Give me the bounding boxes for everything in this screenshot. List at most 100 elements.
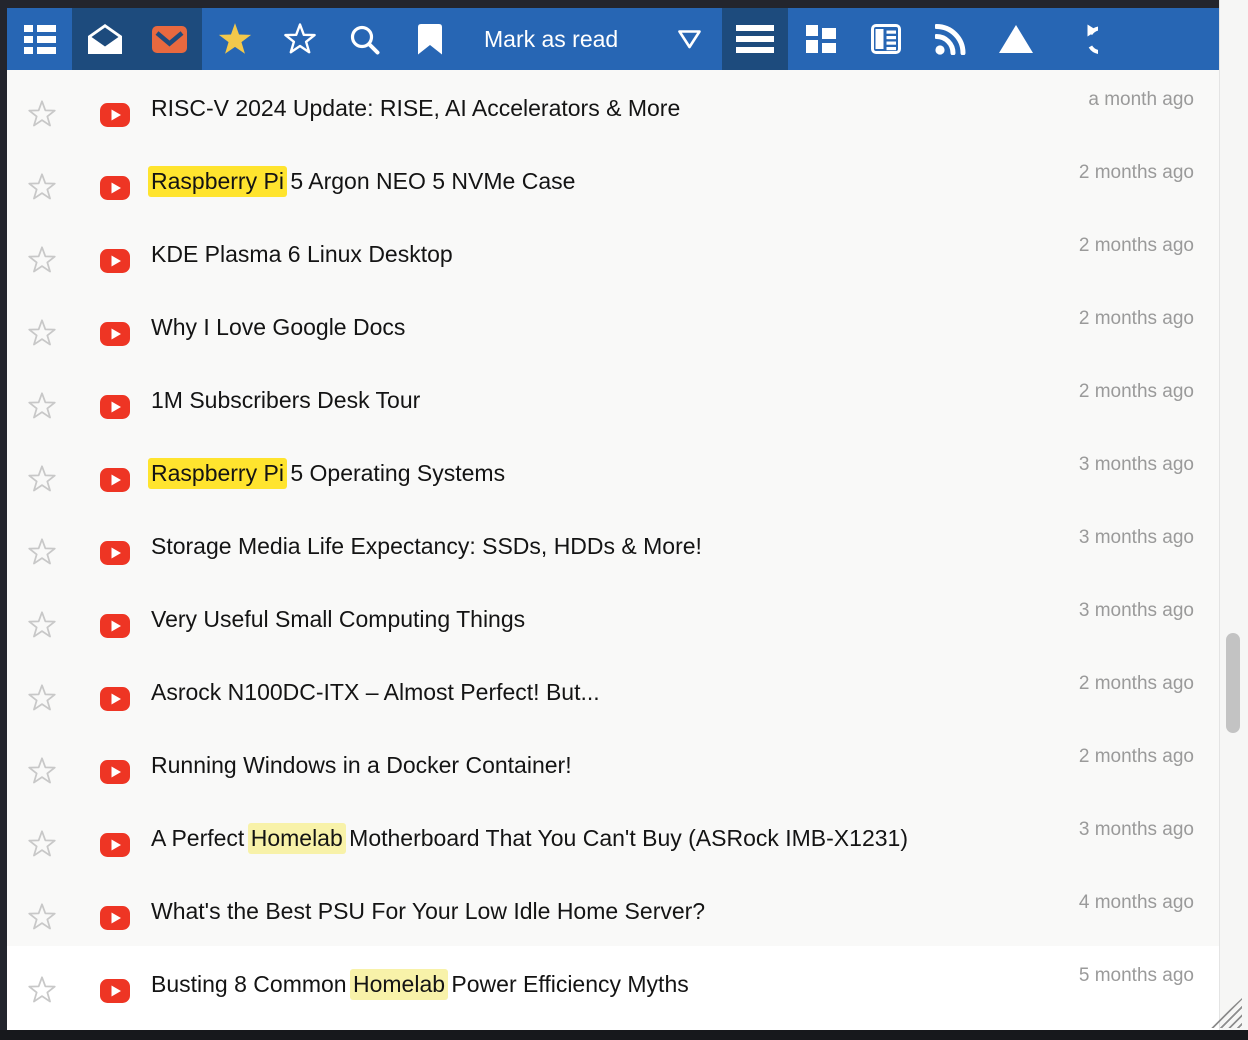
item-age: 2 months ago <box>1079 162 1194 184</box>
list-view-icon <box>24 25 56 54</box>
feed-list: RISC-V 2024 Update: RISE, AI Accelerator… <box>7 70 1241 1030</box>
youtube-icon <box>100 760 130 784</box>
search-icon <box>349 24 380 55</box>
refresh-icon <box>1064 23 1098 56</box>
item-title: Storage Media Life Expectancy: SSDs, HDD… <box>151 532 1041 560</box>
item-age: 2 months ago <box>1079 235 1194 257</box>
menu-button[interactable] <box>722 8 788 70</box>
dropdown-triangle-icon <box>677 29 702 50</box>
item-title: 1M Subscribers Desk Tour <box>151 386 1041 414</box>
list-item[interactable]: Running Windows in a Docker Container! 2… <box>7 727 1241 800</box>
read-state-group <box>72 8 202 70</box>
starred-filter-button[interactable] <box>202 8 267 70</box>
star-toggle-button[interactable] <box>27 173 57 201</box>
mark-as-read-label: Mark as read <box>484 26 618 53</box>
list-item[interactable]: Asrock N100DC-ITX – Almost Perfect! But.… <box>7 654 1241 727</box>
rss-button[interactable] <box>918 8 983 70</box>
item-title: Raspberry Pi 5 Operating Systems <box>151 459 1041 487</box>
item-title: What's the Best PSU For Your Low Idle Ho… <box>151 897 1041 925</box>
item-age: 2 months ago <box>1079 673 1194 695</box>
bookmark-icon <box>418 24 442 55</box>
youtube-icon <box>100 249 130 273</box>
star-toggle-button[interactable] <box>27 538 57 566</box>
item-age: 2 months ago <box>1079 381 1194 403</box>
article-view-icon <box>871 24 901 54</box>
triangle-up-icon <box>999 25 1033 53</box>
youtube-icon <box>100 103 130 127</box>
youtube-icon <box>100 906 130 930</box>
window-bottom-edge <box>0 1030 1248 1040</box>
unread-envelope-icon <box>152 26 187 53</box>
list-item[interactable]: Raspberry Pi 5 Operating Systems 3 month… <box>7 435 1241 508</box>
item-age: 5 months ago <box>1079 965 1194 987</box>
item-age: 2 months ago <box>1079 746 1194 768</box>
star-toggle-button[interactable] <box>27 830 57 858</box>
list-item[interactable]: Very Useful Small Computing Things 3 mon… <box>7 581 1241 654</box>
list-item[interactable]: Busting 8 Common Homelab Power Efficienc… <box>7 946 1241 1019</box>
scroll-to-top-button[interactable] <box>983 8 1048 70</box>
unstarred-filter-button[interactable] <box>267 8 332 70</box>
item-title: RISC-V 2024 Update: RISE, AI Accelerator… <box>151 94 1041 122</box>
item-title: Very Useful Small Computing Things <box>151 605 1041 633</box>
youtube-icon <box>100 833 130 857</box>
item-title: Busting 8 Common Homelab Power Efficienc… <box>151 970 1041 998</box>
youtube-icon <box>100 687 130 711</box>
list-item[interactable]: A Perfect Homelab Motherboard That You C… <box>7 800 1241 873</box>
item-title: Asrock N100DC-ITX – Almost Perfect! But.… <box>151 678 1041 706</box>
youtube-icon <box>100 614 130 638</box>
mark-read-envelope-button[interactable] <box>72 8 137 70</box>
list-view-button[interactable] <box>7 8 72 70</box>
list-item[interactable]: Raspberry Pi 5 Argon NEO 5 NVMe Case 2 m… <box>7 143 1241 216</box>
star-toggle-button[interactable] <box>27 976 57 1004</box>
star-toggle-button[interactable] <box>27 757 57 785</box>
cards-view-button[interactable] <box>788 8 853 70</box>
list-item[interactable]: Storage Media Life Expectancy: SSDs, HDD… <box>7 508 1241 581</box>
item-age: 3 months ago <box>1079 527 1194 549</box>
list-item[interactable]: Why I Love Google Docs 2 months ago <box>7 289 1241 362</box>
toolbar: Mark as read <box>7 8 1241 70</box>
item-age: 3 months ago <box>1079 600 1194 622</box>
item-title: Raspberry Pi 5 Argon NEO 5 NVMe Case <box>151 167 1041 195</box>
star-toggle-button[interactable] <box>27 465 57 493</box>
item-age: 2 months ago <box>1079 308 1194 330</box>
star-toggle-button[interactable] <box>27 392 57 420</box>
youtube-icon <box>100 468 130 492</box>
item-age: 3 months ago <box>1079 454 1194 476</box>
youtube-icon <box>100 541 130 565</box>
youtube-icon <box>100 395 130 419</box>
app-window: Mark as read <box>0 0 1248 1040</box>
star-toggle-button[interactable] <box>27 100 57 128</box>
item-title: Running Windows in a Docker Container! <box>151 751 1041 779</box>
star-filled-icon <box>217 22 253 56</box>
star-toggle-button[interactable] <box>27 319 57 347</box>
item-age: a month ago <box>1088 89 1194 111</box>
article-view-button[interactable] <box>853 8 918 70</box>
search-button[interactable] <box>332 8 397 70</box>
star-outline-icon <box>283 23 317 55</box>
item-title: A Perfect Homelab Motherboard That You C… <box>151 824 1041 852</box>
menu-group <box>722 8 788 70</box>
star-toggle-button[interactable] <box>27 611 57 639</box>
bookmark-button[interactable] <box>397 8 462 70</box>
list-item[interactable]: KDE Plasma 6 Linux Desktop 2 months ago <box>7 216 1241 289</box>
star-toggle-button[interactable] <box>27 903 57 931</box>
list-item[interactable]: 1M Subscribers Desk Tour 2 months ago <box>7 362 1241 435</box>
star-toggle-button[interactable] <box>27 246 57 274</box>
scrollbar-track[interactable] <box>1219 0 1248 1040</box>
refresh-button[interactable] <box>1048 8 1113 70</box>
item-title: KDE Plasma 6 Linux Desktop <box>151 240 1041 268</box>
menu-icon <box>736 25 774 53</box>
youtube-icon <box>100 322 130 346</box>
rss-icon <box>935 24 966 55</box>
mark-as-read-button[interactable]: Mark as read <box>462 8 722 70</box>
item-title: Why I Love Google Docs <box>151 313 1041 341</box>
list-item[interactable]: What's the Best PSU For Your Low Idle Ho… <box>7 873 1241 946</box>
mark-unread-envelope-button[interactable] <box>137 8 202 70</box>
cards-view-icon <box>806 24 836 54</box>
scrollbar-thumb[interactable] <box>1226 633 1240 733</box>
item-age: 3 months ago <box>1079 819 1194 841</box>
list-item[interactable]: RISC-V 2024 Update: RISE, AI Accelerator… <box>7 70 1241 143</box>
star-toggle-button[interactable] <box>27 684 57 712</box>
open-envelope-icon <box>87 23 123 55</box>
item-age: 4 months ago <box>1079 892 1194 914</box>
